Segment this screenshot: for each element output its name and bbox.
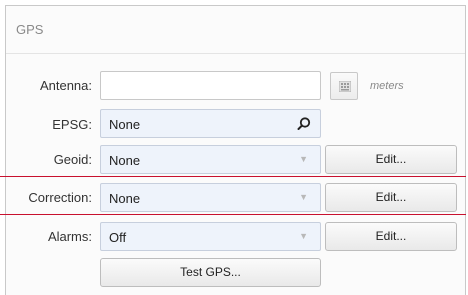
calculator-icon (339, 81, 351, 92)
epsg-search-field[interactable]: None (100, 109, 321, 138)
correction-select[interactable]: None ▼ (100, 183, 321, 212)
search-icon[interactable] (296, 116, 312, 132)
chevron-down-icon: ▼ (299, 192, 308, 202)
correction-label: Correction: (28, 190, 92, 205)
test-gps-button[interactable]: Test GPS... (100, 258, 321, 287)
antenna-height-input[interactable] (100, 71, 321, 100)
antenna-label: Antenna: (39, 78, 92, 93)
geoid-label: Geoid: (53, 152, 92, 167)
geoid-value: None (109, 153, 141, 168)
alarms-value: Off (109, 230, 127, 245)
chevron-down-icon: ▼ (299, 231, 308, 241)
epsg-label: EPSG: (52, 117, 92, 132)
alarms-select[interactable]: Off ▼ (100, 222, 321, 251)
antenna-units: meters (370, 80, 404, 92)
chevron-down-icon: ▼ (299, 154, 308, 164)
panel-title: GPS (16, 22, 44, 37)
epsg-value: None (109, 117, 141, 132)
alarms-label: Alarms: (47, 229, 92, 244)
alarms-edit-button[interactable]: Edit... (325, 222, 457, 251)
correction-value: None (109, 191, 141, 206)
geoid-edit-button[interactable]: Edit... (325, 145, 457, 174)
correction-edit-button[interactable]: Edit... (325, 183, 457, 212)
title-divider (6, 53, 465, 54)
geoid-select[interactable]: None ▼ (100, 145, 321, 174)
antenna-calculator-button[interactable] (330, 72, 358, 100)
